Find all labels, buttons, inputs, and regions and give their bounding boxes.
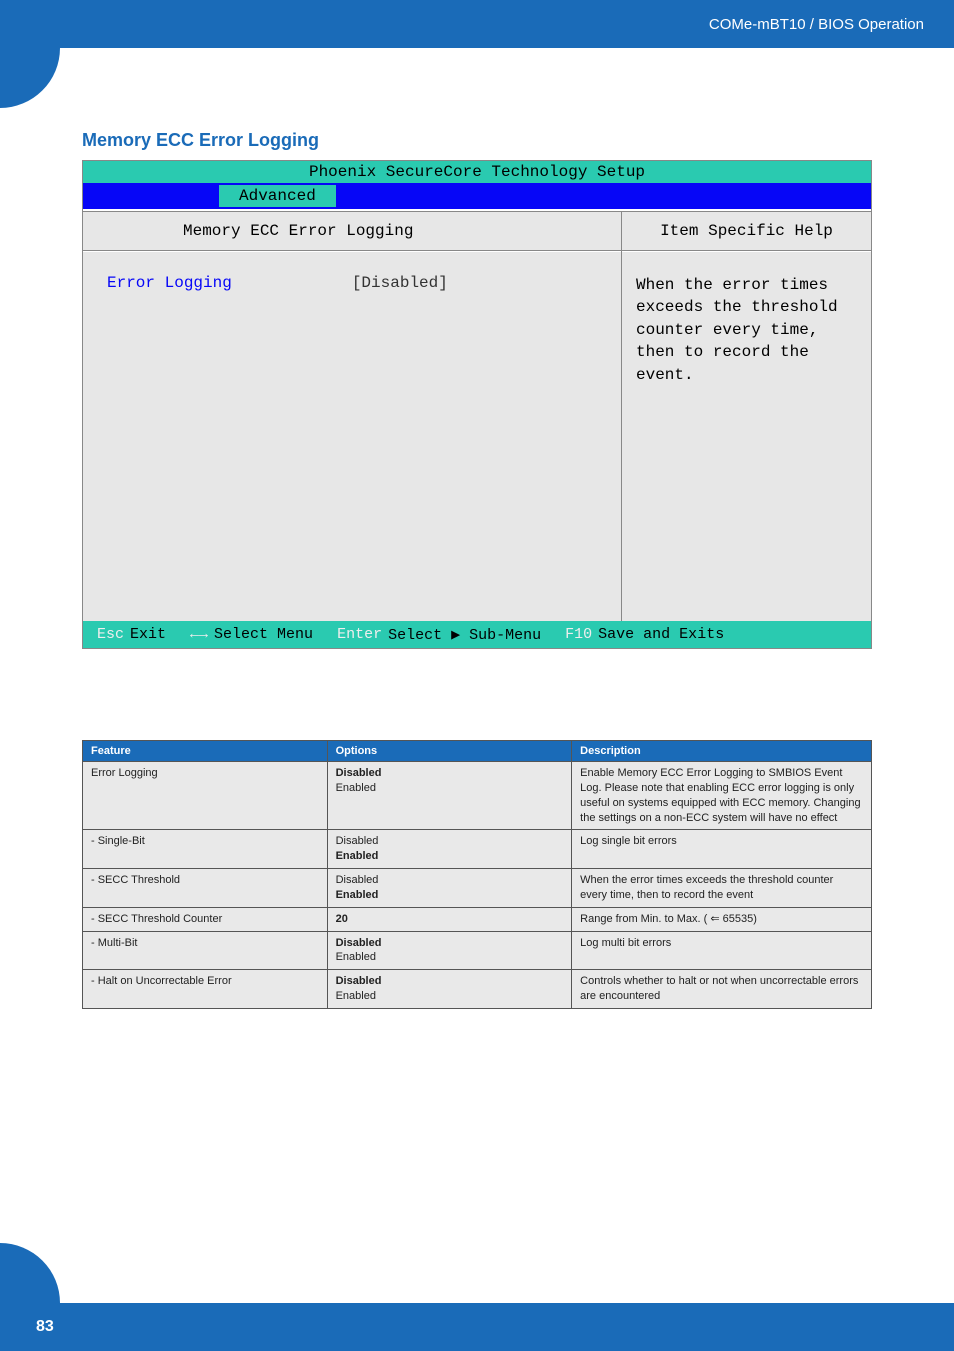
page-number: 83 [36, 1318, 54, 1336]
bios-setting-value: [Disabled] [352, 274, 448, 599]
bios-left-panel: Memory ECC Error Logging Error Logging [… [83, 211, 621, 621]
bios-title: Phoenix SecureCore Technology Setup [83, 161, 871, 183]
bios-footer: Esc Exit ←→ Select Menu Enter Select ▶ S… [83, 621, 871, 648]
table-row: - Single-BitDisabledEnabledLog single bi… [83, 830, 872, 869]
bios-screenshot: Phoenix SecureCore Technology Setup Adva… [82, 160, 872, 649]
cell-feature: - SECC Threshold Counter [83, 907, 328, 931]
feature-table: Feature Options Description Error Loggin… [82, 740, 872, 1009]
bios-key-enter: Enter [337, 626, 382, 643]
bios-left-content: Error Logging [Disabled] [83, 251, 621, 621]
cell-feature: - Halt on Uncorrectable Error [83, 970, 328, 1009]
table-row: - SECC ThresholdDisabledEnabledWhen the … [83, 869, 872, 908]
cell-options: DisabledEnabled [327, 931, 572, 970]
bios-label-save: Save and Exits [598, 626, 724, 643]
table-row: - SECC Threshold Counter20Range from Min… [83, 907, 872, 931]
bios-left-header: Memory ECC Error Logging [83, 211, 621, 251]
bios-body: Memory ECC Error Logging Error Logging [… [83, 209, 871, 621]
th-options: Options [327, 741, 572, 762]
cell-description: When the error times exceeds the thresho… [572, 869, 872, 908]
cell-options: 20 [327, 907, 572, 931]
cell-options: DisabledEnabled [327, 762, 572, 830]
cell-options: DisabledEnabled [327, 830, 572, 869]
cell-description: Range from Min. to Max. ( ⇐ 65535) [572, 907, 872, 931]
cell-feature: Error Logging [83, 762, 328, 830]
th-feature: Feature [83, 741, 328, 762]
breadcrumb: COMe-mBT10 / BIOS Operation [709, 16, 924, 33]
bios-tab-row: Advanced [83, 183, 871, 209]
bios-label-exit: Exit [130, 626, 166, 643]
cell-description: Controls whether to halt or not when unc… [572, 970, 872, 1009]
footer-bar: 83 [0, 1303, 954, 1351]
bios-label-select-menu: Select Menu [214, 626, 313, 643]
cell-description: Log single bit errors [572, 830, 872, 869]
bios-tab-advanced: Advanced [219, 185, 336, 207]
cell-description: Enable Memory ECC Error Logging to SMBIO… [572, 762, 872, 830]
table-row: Error LoggingDisabledEnabledEnable Memor… [83, 762, 872, 830]
bios-key-f10: F10 [565, 626, 592, 643]
bios-setting-label: Error Logging [107, 274, 232, 599]
header-curve-decoration [0, 48, 60, 108]
header-bar: COMe-mBT10 / BIOS Operation [0, 0, 954, 48]
table-header-row: Feature Options Description [83, 741, 872, 762]
cell-options: DisabledEnabled [327, 869, 572, 908]
cell-description: Log multi bit errors [572, 931, 872, 970]
page: COMe-mBT10 / BIOS Operation Memory ECC E… [0, 0, 954, 1351]
th-description: Description [572, 741, 872, 762]
table-row: - Multi-BitDisabledEnabledLog multi bit … [83, 931, 872, 970]
cell-options: DisabledEnabled [327, 970, 572, 1009]
bios-right-header: Item Specific Help [622, 211, 871, 251]
bios-help-text: When the error times exceeds the thresho… [622, 251, 871, 621]
footer-curve-decoration [0, 1243, 60, 1303]
bios-key-esc: Esc [97, 626, 124, 643]
cell-feature: - Single-Bit [83, 830, 328, 869]
bios-label-submenu: Select ▶ Sub-Menu [388, 625, 541, 644]
bios-right-panel: Item Specific Help When the error times … [621, 211, 871, 621]
section-title: Memory ECC Error Logging [82, 130, 319, 151]
cell-feature: - SECC Threshold [83, 869, 328, 908]
cell-feature: - Multi-Bit [83, 931, 328, 970]
bios-key-arrows: ←→ [190, 626, 208, 643]
table-row: - Halt on Uncorrectable ErrorDisabledEna… [83, 970, 872, 1009]
